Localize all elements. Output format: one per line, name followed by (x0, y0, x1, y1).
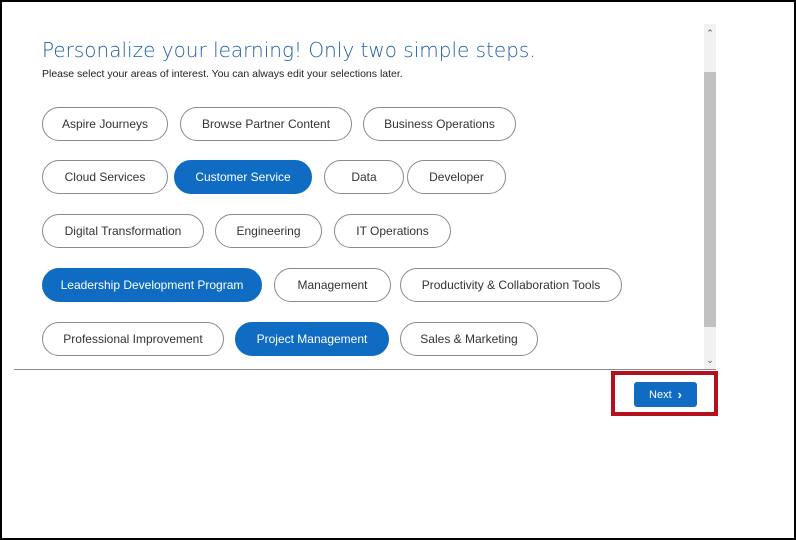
page-title: Personalize your learning! Only two simp… (42, 38, 536, 62)
topic-developer[interactable]: Developer (407, 160, 506, 194)
topic-customer-service[interactable]: Customer Service (174, 160, 312, 194)
footer-divider (14, 369, 716, 370)
topic-sales-marketing[interactable]: Sales & Marketing (400, 322, 538, 356)
topic-leadership-development-program[interactable]: Leadership Development Program (42, 268, 262, 302)
chevron-right-icon: › (677, 387, 682, 402)
topic-data[interactable]: Data (324, 160, 404, 194)
window-frame: Personalize your learning! Only two simp… (0, 0, 796, 540)
topic-it-operations[interactable]: IT Operations (334, 214, 451, 248)
topic-digital-transformation[interactable]: Digital Transformation (42, 214, 204, 248)
topic-browse-partner-content[interactable]: Browse Partner Content (180, 107, 352, 141)
topic-engineering[interactable]: Engineering (215, 214, 322, 248)
topic-project-management[interactable]: Project Management (235, 322, 389, 356)
interests-panel: Personalize your learning! Only two simp… (14, 24, 716, 369)
next-button-label: Next (649, 388, 672, 401)
scrollbar-thumb[interactable] (704, 72, 716, 327)
chevron-down-icon[interactable]: ⌄ (704, 353, 716, 367)
topic-business-operations[interactable]: Business Operations (363, 107, 516, 141)
chevron-up-icon[interactable]: ⌃ (704, 26, 716, 40)
next-button[interactable]: Next › (634, 382, 697, 407)
topic-management[interactable]: Management (274, 268, 391, 302)
topic-aspire-journeys[interactable]: Aspire Journeys (42, 107, 168, 141)
topic-productivity-collaboration-tools[interactable]: Productivity & Collaboration Tools (400, 268, 622, 302)
topic-professional-improvement[interactable]: Professional Improvement (42, 322, 224, 356)
page-subtitle: Please select your areas of interest. Yo… (42, 68, 403, 80)
topic-cloud-services[interactable]: Cloud Services (42, 160, 168, 194)
